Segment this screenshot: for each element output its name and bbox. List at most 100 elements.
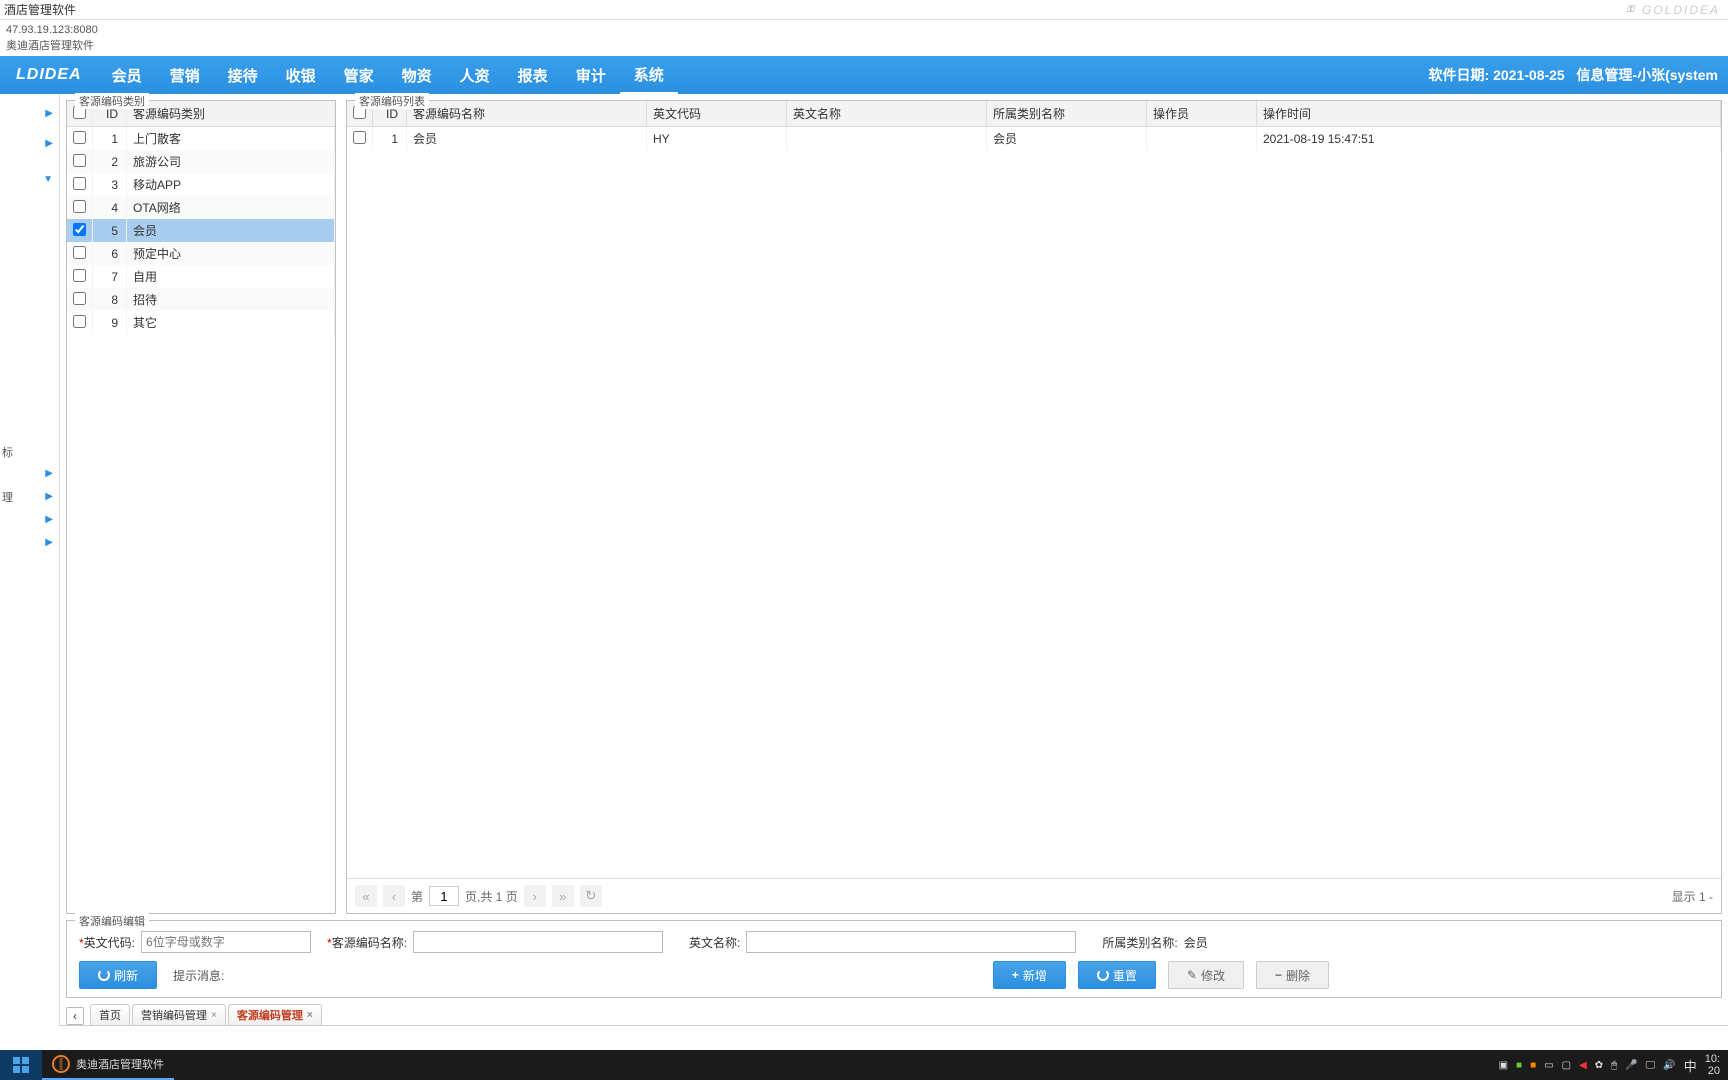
category-row[interactable]: 9其它 (67, 311, 335, 334)
category-row-checkbox[interactable] (73, 315, 86, 328)
minus-icon (1275, 968, 1282, 982)
header-right-info: 软件日期: 2021-08-25 信息管理-小张(system (1429, 65, 1728, 85)
category-row-checkbox[interactable] (73, 223, 86, 236)
pen-icon (1187, 968, 1197, 982)
category-row[interactable]: 8招待 (67, 288, 335, 311)
tray-icon[interactable]: 🖵 (1646, 1060, 1656, 1071)
page-first-button[interactable]: « (355, 885, 377, 907)
cat-value: 会员 (1184, 934, 1284, 951)
tray-icon[interactable]: ▭ (1544, 1060, 1553, 1071)
tray-icon[interactable]: ▢ (1562, 1060, 1571, 1071)
category-row-checkbox[interactable] (73, 131, 86, 144)
system-tray: ▣ ■ ■ ▭ ▢ ◀ ✿ 🖱 🎤 🖵 🔊 中 10: 20 (1491, 1053, 1728, 1077)
page-input[interactable] (429, 886, 459, 906)
nav-arrow-5[interactable]: ▶ (45, 491, 53, 502)
category-row[interactable]: 1上门散客 (67, 127, 335, 151)
reset-button[interactable]: 重置 (1078, 961, 1156, 989)
category-row-checkbox[interactable] (73, 200, 86, 213)
tab-history-button[interactable]: ‹ (66, 1007, 84, 1025)
category-row-checkbox[interactable] (73, 269, 86, 282)
category-row[interactable]: 6预定中心 (67, 242, 335, 265)
workspace: ▶ ▶ ▼ 标 ▶ 理 ▶ ▶ ▶ 客源编码类别 ID 客源编码类别 1上门散客… (0, 94, 1728, 1026)
tray-ime[interactable]: 中 (1684, 1056, 1697, 1075)
modify-button[interactable]: 修改 (1168, 961, 1244, 989)
menu-report[interactable]: 报表 (504, 56, 562, 94)
add-button[interactable]: 新增 (993, 961, 1066, 989)
tray-icon[interactable]: ■ (1530, 1060, 1536, 1071)
page-last-button[interactable]: » (552, 885, 574, 907)
tray-icon[interactable]: ◀ (1579, 1060, 1587, 1071)
nav-arrow-4[interactable]: ▶ (45, 468, 53, 479)
tray-icon[interactable]: 🖱 (1611, 1060, 1617, 1071)
category-row[interactable]: 3移动APP (67, 173, 335, 196)
edit-button-row: 刷新 提示消息: 新增 重置 修改 删除 (79, 961, 1709, 989)
nav-arrow-2[interactable]: ▶ (45, 138, 53, 149)
address-bar: 47.93.19.123:8080 奥迪酒店管理软件 (0, 20, 1728, 56)
content-area: 客源编码类别 ID 客源编码类别 1上门散客 2旅游公司 3移动APP 4OTA… (60, 94, 1728, 1026)
nav-label-biao: 标 (2, 444, 13, 460)
close-icon[interactable]: × (211, 1010, 217, 1021)
category-row-checkbox[interactable] (73, 292, 86, 305)
category-row-checkbox[interactable] (73, 246, 86, 259)
delete-button[interactable]: 删除 (1256, 961, 1329, 989)
category-row[interactable]: 4OTA网络 (67, 196, 335, 219)
tray-icon[interactable]: 🔊 (1663, 1060, 1675, 1071)
list-header-cat: 所属类别名称 (987, 101, 1147, 127)
list-row[interactable]: 1 会员 HY 会员 2021-08-19 15:47:51 (347, 127, 1721, 151)
tray-icon[interactable]: ▣ (1499, 1060, 1508, 1071)
menu-hr[interactable]: 人资 (446, 56, 504, 94)
list-panel: 客源编码列表 ID 客源编码名称 英文代码 英文名称 所属类别名称 操作员 操作… (346, 100, 1722, 914)
nav-arrow-6[interactable]: ▶ (45, 514, 53, 525)
tray-clock[interactable]: 10: 20 (1705, 1053, 1720, 1077)
category-row-checkbox[interactable] (73, 154, 86, 167)
tray-icon[interactable]: 🎤 (1625, 1060, 1637, 1071)
plus-icon (1012, 968, 1019, 982)
os-taskbar: ║ 奥迪酒店管理软件 ▣ ■ ■ ▭ ▢ ◀ ✿ 🖱 🎤 🖵 🔊 中 10: 2… (0, 1050, 1728, 1080)
list-header-name: 客源编码名称 (407, 101, 647, 127)
list-header-time: 操作时间 (1257, 101, 1721, 127)
menu-material[interactable]: 物资 (388, 56, 446, 94)
tray-icon[interactable]: ✿ (1595, 1060, 1603, 1071)
list-row-checkbox[interactable] (353, 131, 366, 144)
nav-arrow-7[interactable]: ▶ (45, 537, 53, 548)
menu-reception[interactable]: 接待 (214, 56, 272, 94)
page-label-suffix: 页,共 1 页 (465, 888, 518, 905)
menu-housekeeper[interactable]: 管家 (330, 56, 388, 94)
egn-label: 英文名称: (689, 934, 740, 951)
url-text: 47.93.19.123:8080 (6, 22, 1722, 38)
edit-row-1: *英文代码: *客源编码名称: 英文名称: 所属类别名称: 会员 (79, 931, 1709, 953)
list-header-egc: 英文代码 (647, 101, 787, 127)
name-label: *客源编码名称: (327, 934, 407, 951)
category-row[interactable]: 2旅游公司 (67, 150, 335, 173)
name-input[interactable] (413, 931, 663, 953)
tray-icon[interactable]: ■ (1516, 1060, 1522, 1071)
nav-arrow-3[interactable]: ▼ (43, 174, 53, 185)
page-prev-button[interactable]: ‹ (383, 885, 405, 907)
window-title: 酒店管理软件 (4, 0, 76, 19)
nav-arrow-1[interactable]: ▶ (45, 108, 53, 119)
start-button[interactable] (0, 1050, 42, 1080)
tab-source-code[interactable]: 客源编码管理× (228, 1004, 322, 1025)
menu-system[interactable]: 系统 (620, 56, 678, 94)
page-next-button[interactable]: › (524, 885, 546, 907)
tab-marketing-code[interactable]: 营销编码管理× (132, 1004, 226, 1025)
refresh-button[interactable]: 刷新 (79, 961, 157, 989)
menu-marketing[interactable]: 营销 (156, 56, 214, 94)
list-header-egn: 英文名称 (787, 101, 987, 127)
category-row[interactable]: 7自用 (67, 265, 335, 288)
egn-input[interactable] (746, 931, 1076, 953)
category-row-checkbox[interactable] (73, 177, 86, 190)
egc-input[interactable] (141, 931, 311, 953)
taskbar-app[interactable]: ║ 奥迪酒店管理软件 (42, 1050, 174, 1080)
window-brand-area: ⚿ GOLDIDEA (1626, 0, 1728, 19)
paging-toolbar: « ‹ 第 页,共 1 页 › » ↻ 显示 1 - (347, 878, 1721, 913)
page-refresh-button[interactable]: ↻ (580, 885, 602, 907)
category-row-selected[interactable]: 5会员 (67, 219, 335, 242)
menu-cashier[interactable]: 收银 (272, 56, 330, 94)
menu-audit[interactable]: 审计 (562, 56, 620, 94)
menu-member[interactable]: 会员 (98, 56, 156, 94)
list-header-op: 操作员 (1147, 101, 1257, 127)
tab-home[interactable]: 首页 (90, 1004, 130, 1025)
category-grid: ID 客源编码类别 1上门散客 2旅游公司 3移动APP 4OTA网络 5会员 … (67, 101, 335, 334)
close-icon[interactable]: × (307, 1010, 313, 1021)
